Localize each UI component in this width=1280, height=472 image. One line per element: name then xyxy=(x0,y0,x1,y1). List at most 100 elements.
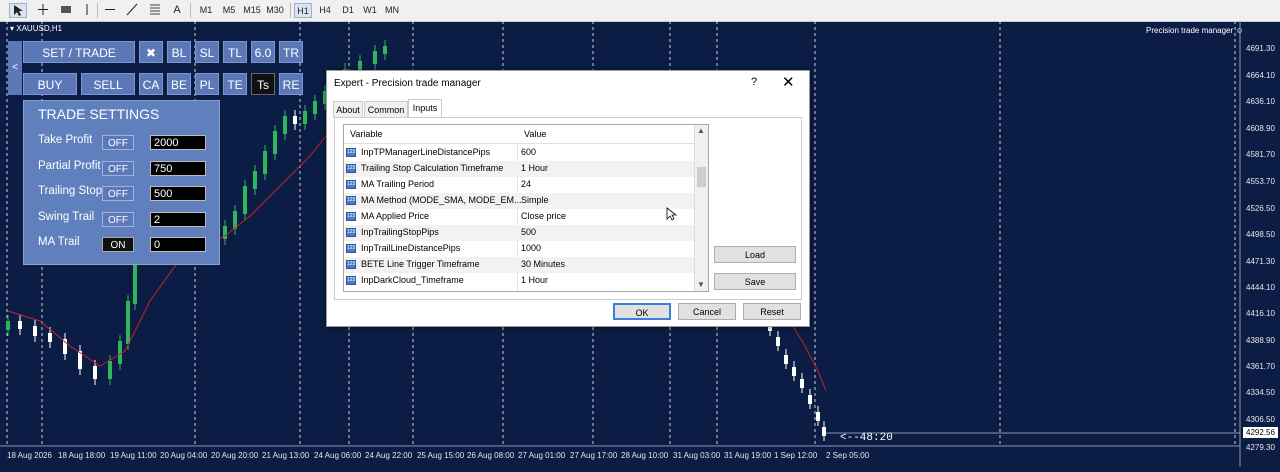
text-icon[interactable]: A xyxy=(170,3,184,18)
table-row[interactable]: 123 InpTrailingStopPips 500 xyxy=(344,225,694,241)
timeframe-h1[interactable]: H1 xyxy=(294,3,312,18)
input-parameter-icon: 123 xyxy=(346,180,356,189)
table-row[interactable]: 123 BETE Line Trigger Timeframe 30 Minutes xyxy=(344,257,694,273)
pl-button[interactable]: PL xyxy=(195,73,219,95)
variable-value[interactable]: 500 xyxy=(521,227,536,237)
column-value[interactable]: Value xyxy=(524,129,546,139)
candle-body xyxy=(822,427,826,436)
candle-body xyxy=(93,366,97,379)
timeframe-m15[interactable]: M15 xyxy=(241,3,263,18)
input-parameter-icon: 123 xyxy=(346,212,356,221)
lot-size-button[interactable]: 6.0 xyxy=(251,41,275,63)
re-button[interactable]: RE xyxy=(279,73,303,95)
setting-value-input[interactable]: 2 xyxy=(150,211,206,227)
trade-settings-panel: TRADE SETTINGS Take Profit OFF 2000 Partial… xyxy=(23,100,220,265)
table-row[interactable]: 123 InpTrailLineDistancePips 1000 xyxy=(344,241,694,257)
price-tick-label: 4471.30 xyxy=(1246,257,1275,266)
table-row[interactable]: 123 MA Method (MODE_SMA, MODE_EM... Simple xyxy=(344,193,694,209)
candle-body xyxy=(784,355,788,364)
variable-value[interactable]: 1000 xyxy=(521,243,541,253)
close-all-button[interactable]: ✖ xyxy=(139,41,163,63)
expert-properties-dialog: Expert - Precision trade manager ? ✕ Abo… xyxy=(326,70,810,327)
setting-toggle[interactable]: OFF xyxy=(102,135,134,150)
sl-button[interactable]: SL xyxy=(195,41,219,63)
tab-about[interactable]: About xyxy=(333,101,363,118)
trendline-icon[interactable] xyxy=(124,3,140,18)
fibonacci-icon[interactable] xyxy=(146,3,164,18)
variable-value[interactable]: Simple xyxy=(521,195,549,205)
collapse-panel-button[interactable]: < xyxy=(8,41,22,95)
cancel-button[interactable]: Cancel xyxy=(678,303,736,320)
tab-inputs[interactable]: Inputs xyxy=(408,99,442,118)
setting-toggle[interactable]: OFF xyxy=(102,186,134,201)
setting-toggle[interactable]: OFF xyxy=(102,211,134,227)
be-button[interactable]: BE xyxy=(167,73,191,95)
scroll-down-icon[interactable]: ▼ xyxy=(697,280,705,289)
tl-button[interactable]: TL xyxy=(223,41,247,63)
table-row[interactable]: 123 MA Applied Price Close price xyxy=(344,209,694,225)
timeframe-h4[interactable]: H4 xyxy=(316,3,334,18)
tr-button[interactable]: TR xyxy=(279,41,303,63)
crosshair-icon[interactable] xyxy=(34,3,52,18)
inputs-panel: Variable Value 123 InpTPManagerLineDistan… xyxy=(334,117,802,300)
timeframe-mn[interactable]: MN xyxy=(383,3,401,18)
table-row[interactable]: 123 InpDarkCloud_Timeframe 1 Hour xyxy=(344,273,694,289)
time-tick-label: 20 Aug 20:00 xyxy=(211,451,259,460)
setting-toggle[interactable]: ON xyxy=(102,237,134,252)
variable-value[interactable]: 30 Minutes xyxy=(521,259,565,269)
reset-button[interactable]: Reset xyxy=(743,303,801,320)
variable-value[interactable]: 1 Hour xyxy=(521,163,548,173)
variable-value[interactable]: 600 xyxy=(521,147,536,157)
variable-value[interactable]: 1 Hour xyxy=(521,275,548,285)
time-tick-label: 31 Aug 19:00 xyxy=(724,451,772,460)
candle-body xyxy=(776,337,780,346)
ts-button[interactable]: Ts xyxy=(251,73,275,95)
time-tick-label: 24 Aug 22:00 xyxy=(365,451,413,460)
setting-value-input[interactable]: 2000 xyxy=(150,135,206,150)
variable-name: MA Applied Price xyxy=(361,211,430,221)
timeframe-d1[interactable]: D1 xyxy=(339,3,357,18)
inputs-table[interactable]: Variable Value 123 InpTPManagerLineDistan… xyxy=(343,124,709,292)
table-row[interactable]: 123 MA Trailing Period 24 xyxy=(344,177,694,193)
vertical-line-icon[interactable] xyxy=(80,3,94,18)
scroll-up-icon[interactable]: ▲ xyxy=(697,126,705,135)
zoom-icon[interactable] xyxy=(57,3,75,18)
ok-button[interactable]: OK xyxy=(613,303,671,320)
candle-body xyxy=(18,321,22,329)
timeframe-m1[interactable]: M1 xyxy=(197,3,215,18)
bl-button[interactable]: BL xyxy=(167,41,191,63)
table-row[interactable]: 123 InpTPManagerLineDistancePips 600 xyxy=(344,145,694,161)
horizontal-line-icon[interactable] xyxy=(102,3,118,18)
bar-timer: <--48:20 xyxy=(840,432,893,444)
scrollbar-thumb[interactable] xyxy=(697,167,706,187)
column-variable[interactable]: Variable xyxy=(350,129,382,139)
time-tick-label: 26 Aug 08:00 xyxy=(467,451,515,460)
candle-body xyxy=(293,116,297,124)
timeframe-m30[interactable]: M30 xyxy=(264,3,286,18)
time-tick-label: 1 Sep 12:00 xyxy=(774,451,818,460)
save-button[interactable]: Save xyxy=(714,273,796,290)
set-trade-button[interactable]: SET / TRADE xyxy=(23,41,135,63)
help-button[interactable]: ? xyxy=(751,76,757,88)
load-button[interactable]: Load xyxy=(714,246,796,263)
setting-value-input[interactable]: 750 xyxy=(150,160,206,176)
setting-value-input[interactable]: 0 xyxy=(150,237,206,252)
setting-toggle[interactable]: OFF xyxy=(102,160,134,176)
ca-button[interactable]: CA xyxy=(139,73,163,95)
table-scrollbar[interactable]: ▲ ▼ xyxy=(694,125,708,291)
input-parameter-icon: 123 xyxy=(346,244,356,253)
tab-common[interactable]: Common xyxy=(364,101,408,118)
time-tick-label: 31 Aug 03:00 xyxy=(673,451,721,460)
close-icon[interactable]: ✕ xyxy=(782,73,795,91)
cursor-icon[interactable] xyxy=(9,3,27,18)
timeframe-w1[interactable]: W1 xyxy=(361,3,379,18)
table-row[interactable]: 123 Trailing Stop Calculation Timeframe 1 … xyxy=(344,161,694,177)
variable-value[interactable]: Close price xyxy=(521,211,566,221)
te-button[interactable]: TE xyxy=(223,73,247,95)
buy-button[interactable]: BUY xyxy=(23,73,77,95)
variable-value[interactable]: 24 xyxy=(521,179,531,189)
timeframe-m5[interactable]: M5 xyxy=(220,3,238,18)
sell-button[interactable]: SELL xyxy=(81,73,135,95)
setting-value-input[interactable]: 500 xyxy=(150,186,206,201)
ea-name-label: Precision trade manager ☺ xyxy=(1146,26,1244,35)
